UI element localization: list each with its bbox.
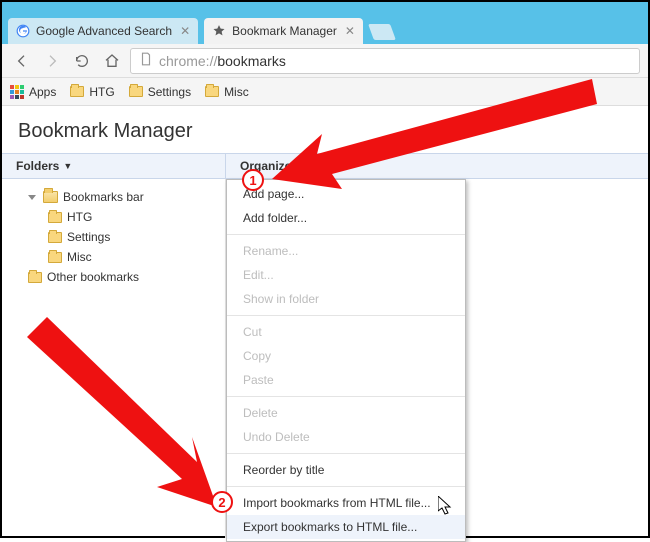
apps-icon	[10, 85, 24, 99]
apps-button[interactable]: Apps	[10, 85, 56, 99]
folder-icon	[48, 212, 62, 223]
callout-2: 2	[211, 491, 233, 513]
menu-add-folder[interactable]: Add folder...	[227, 206, 465, 230]
bookmark-htg[interactable]: HTG	[70, 85, 114, 99]
tree-misc[interactable]: Misc	[6, 247, 221, 267]
reload-button[interactable]	[70, 49, 94, 73]
main-pane: Add page... Add folder... Rename... Edit…	[226, 179, 648, 538]
menu-separator	[227, 234, 465, 235]
folders-column-header[interactable]: Folders▼	[2, 154, 226, 178]
tree-htg[interactable]: HTG	[6, 207, 221, 227]
tab-close-icon[interactable]: ✕	[180, 24, 190, 38]
menu-show-in-folder: Show in folder	[227, 287, 465, 311]
tree-settings[interactable]: Settings	[6, 227, 221, 247]
forward-button[interactable]	[40, 49, 64, 73]
menu-rename: Rename...	[227, 239, 465, 263]
page-icon	[139, 52, 153, 69]
menu-separator	[227, 315, 465, 316]
tab-google-advanced-search[interactable]: Google Advanced Search ✕	[8, 18, 198, 44]
folder-icon	[28, 272, 42, 283]
menu-undo-delete: Undo Delete	[227, 425, 465, 449]
url-scheme: chrome://	[159, 53, 217, 69]
annotation-arrow-2	[22, 312, 242, 512]
menu-import-html[interactable]: Import bookmarks from HTML file...	[227, 491, 465, 515]
folder-icon	[205, 86, 219, 97]
bookmark-misc[interactable]: Misc	[205, 85, 249, 99]
menu-delete: Delete	[227, 401, 465, 425]
callout-1: 1	[242, 169, 264, 191]
tab-strip: Google Advanced Search ✕ Bookmark Manage…	[2, 14, 648, 44]
folder-icon	[70, 86, 84, 97]
tree-bookmarks-bar[interactable]: Bookmarks bar	[6, 187, 221, 207]
tree-other-bookmarks[interactable]: Other bookmarks	[6, 267, 221, 287]
menu-copy: Copy	[227, 344, 465, 368]
bookmark-settings[interactable]: Settings	[129, 85, 191, 99]
menu-export-html[interactable]: Export bookmarks to HTML file...	[227, 515, 465, 539]
folder-icon	[129, 86, 143, 97]
window-titlebar	[2, 2, 648, 14]
home-button[interactable]	[100, 49, 124, 73]
back-button[interactable]	[10, 49, 34, 73]
folder-icon	[48, 232, 62, 243]
new-tab-button[interactable]	[368, 24, 396, 40]
star-icon	[212, 24, 226, 38]
menu-cut: Cut	[227, 320, 465, 344]
tab-title: Google Advanced Search	[36, 24, 172, 38]
tab-bookmark-manager[interactable]: Bookmark Manager ✕	[204, 18, 363, 44]
tab-title: Bookmark Manager	[232, 24, 337, 38]
folder-icon	[48, 252, 62, 263]
google-favicon	[16, 24, 30, 38]
menu-paste: Paste	[227, 368, 465, 392]
caret-down-icon: ▼	[63, 161, 72, 171]
menu-edit: Edit...	[227, 263, 465, 287]
menu-separator	[227, 486, 465, 487]
disclosure-triangle-icon[interactable]	[28, 195, 36, 200]
annotation-arrow-1	[272, 59, 602, 199]
apps-label: Apps	[29, 85, 56, 99]
menu-separator	[227, 396, 465, 397]
menu-reorder[interactable]: Reorder by title	[227, 458, 465, 482]
menu-separator	[227, 453, 465, 454]
organize-menu: Add page... Add folder... Rename... Edit…	[226, 179, 466, 542]
folder-open-icon	[43, 191, 58, 203]
tab-close-icon[interactable]: ✕	[345, 24, 355, 38]
mouse-cursor-icon	[438, 496, 454, 516]
